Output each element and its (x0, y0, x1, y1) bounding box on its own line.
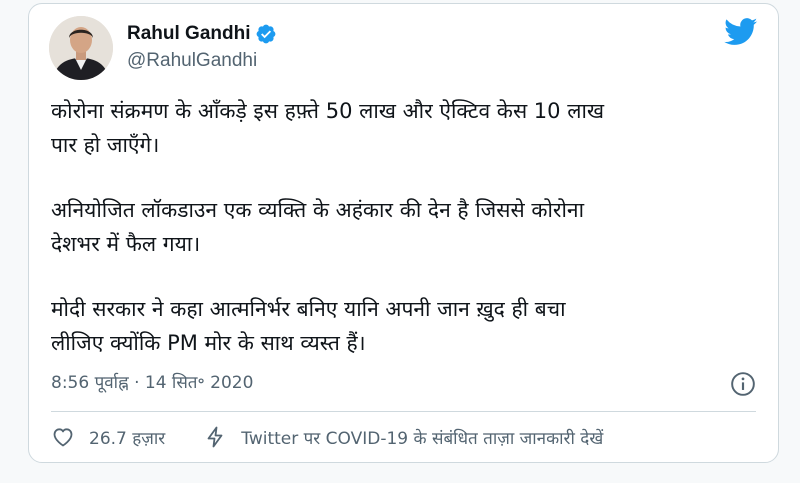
covid-info-text: Twitter पर COVID-19 के संबंधित ताज़ा जान… (241, 428, 604, 449)
like-button[interactable]: 26.7 हज़ार (51, 425, 165, 449)
verified-badge-icon (256, 24, 275, 44)
tweet-text: कोरोना संक्रमण के आँकड़े इस हफ़्ते 50 ला… (51, 94, 763, 360)
tweet-actions: 26.7 हज़ार Twitter पर COVID-19 के संबंधि… (51, 422, 603, 452)
avatar[interactable] (49, 16, 113, 80)
covid-info-link[interactable]: Twitter पर COVID-19 के संबंधित ताज़ा जान… (203, 425, 603, 449)
info-icon[interactable] (730, 371, 756, 397)
twitter-bird-icon[interactable] (724, 18, 758, 46)
author-name-row: Rahul Gandhi (127, 23, 277, 45)
like-count: 26.7 हज़ार (89, 428, 166, 449)
author-handle[interactable]: @RahulGandhi (127, 50, 257, 72)
avatar-photo (49, 16, 113, 80)
author-display-name[interactable]: Rahul Gandhi (127, 23, 251, 45)
tweet-card: Rahul Gandhi @RahulGandhi कोरोना संक्रमण… (28, 3, 779, 463)
divider (51, 411, 756, 412)
tweet-paragraph-3: मोदी सरकार ने कहा आत्मनिर्भर बनिए यानि अ… (51, 297, 566, 355)
heart-icon (53, 428, 73, 447)
lightning-icon (207, 426, 223, 448)
tweet-timestamp[interactable]: 8:56 पूर्वाह्न · 14 सित॰ 2020 (51, 370, 253, 393)
tweet-paragraph-1: कोरोना संक्रमण के आँकड़े इस हफ़्ते 50 ला… (51, 99, 605, 157)
tweet-paragraph-2: अनियोजित लॉकडाउन एक व्यक्ति के अहंकार की… (51, 198, 585, 256)
